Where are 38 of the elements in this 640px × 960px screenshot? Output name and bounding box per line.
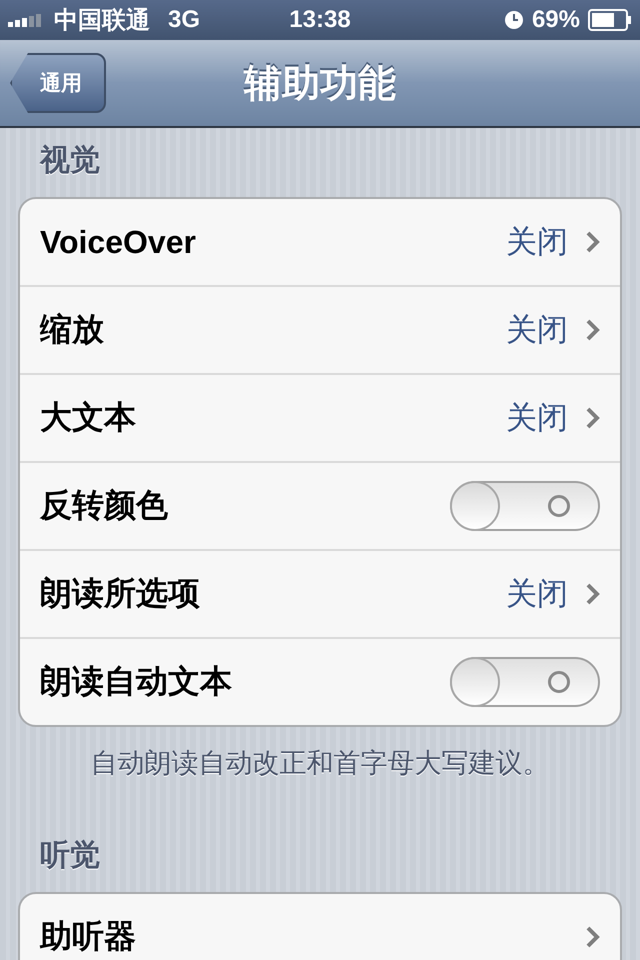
clock-time: 13:38	[289, 6, 351, 34]
settings-row[interactable]: 助听器	[20, 894, 620, 960]
settings-row[interactable]: 朗读所选项 关闭	[20, 551, 620, 639]
toggle-switch[interactable]	[450, 481, 600, 531]
row-label: 朗读自动文本	[40, 662, 232, 701]
row-label: 缩放	[40, 310, 104, 349]
off-indicator-icon	[548, 495, 570, 517]
toggle-switch[interactable]	[450, 657, 600, 707]
battery-icon	[588, 9, 632, 31]
settings-row[interactable]: 朗读自动文本	[20, 639, 620, 725]
chevron-icon	[586, 407, 600, 429]
row-label: 助听器	[40, 917, 136, 956]
section-header: 视觉	[38, 143, 101, 179]
row-label: 反转颜色	[40, 486, 168, 525]
section-header: 听觉	[39, 838, 101, 874]
row-value: 关闭	[506, 575, 568, 613]
network-type: 3G	[168, 6, 200, 34]
back-button[interactable]: 通用	[10, 53, 106, 113]
carrier-name: 中国联通	[54, 6, 150, 36]
settings-row[interactable]: 缩放 关闭	[20, 287, 620, 375]
settings-row[interactable]: 反转颜色	[20, 463, 620, 551]
row-label: 大文本	[40, 398, 136, 437]
settings-row[interactable]: 大文本 关闭	[20, 375, 620, 463]
navigation-title: 辅助功能	[244, 62, 396, 106]
chevron-icon	[586, 231, 600, 253]
battery-percent: 69%	[532, 6, 580, 34]
row-label: VoiceOver	[40, 224, 196, 260]
off-indicator-icon	[548, 671, 570, 693]
chevron-icon	[586, 583, 600, 605]
row-value: 关闭	[506, 399, 568, 437]
settings-row[interactable]: VoiceOver 关闭	[20, 199, 620, 287]
row-value: 关闭	[506, 311, 568, 349]
chevron-icon	[586, 926, 600, 948]
row-label: 朗读所选项	[40, 574, 200, 613]
section-footer: 自动朗读自动改正和首字母大写建议。	[18, 727, 622, 823]
chevron-icon	[586, 319, 600, 341]
row-value: 关闭	[506, 223, 568, 261]
alarm-clock-icon	[504, 10, 524, 30]
